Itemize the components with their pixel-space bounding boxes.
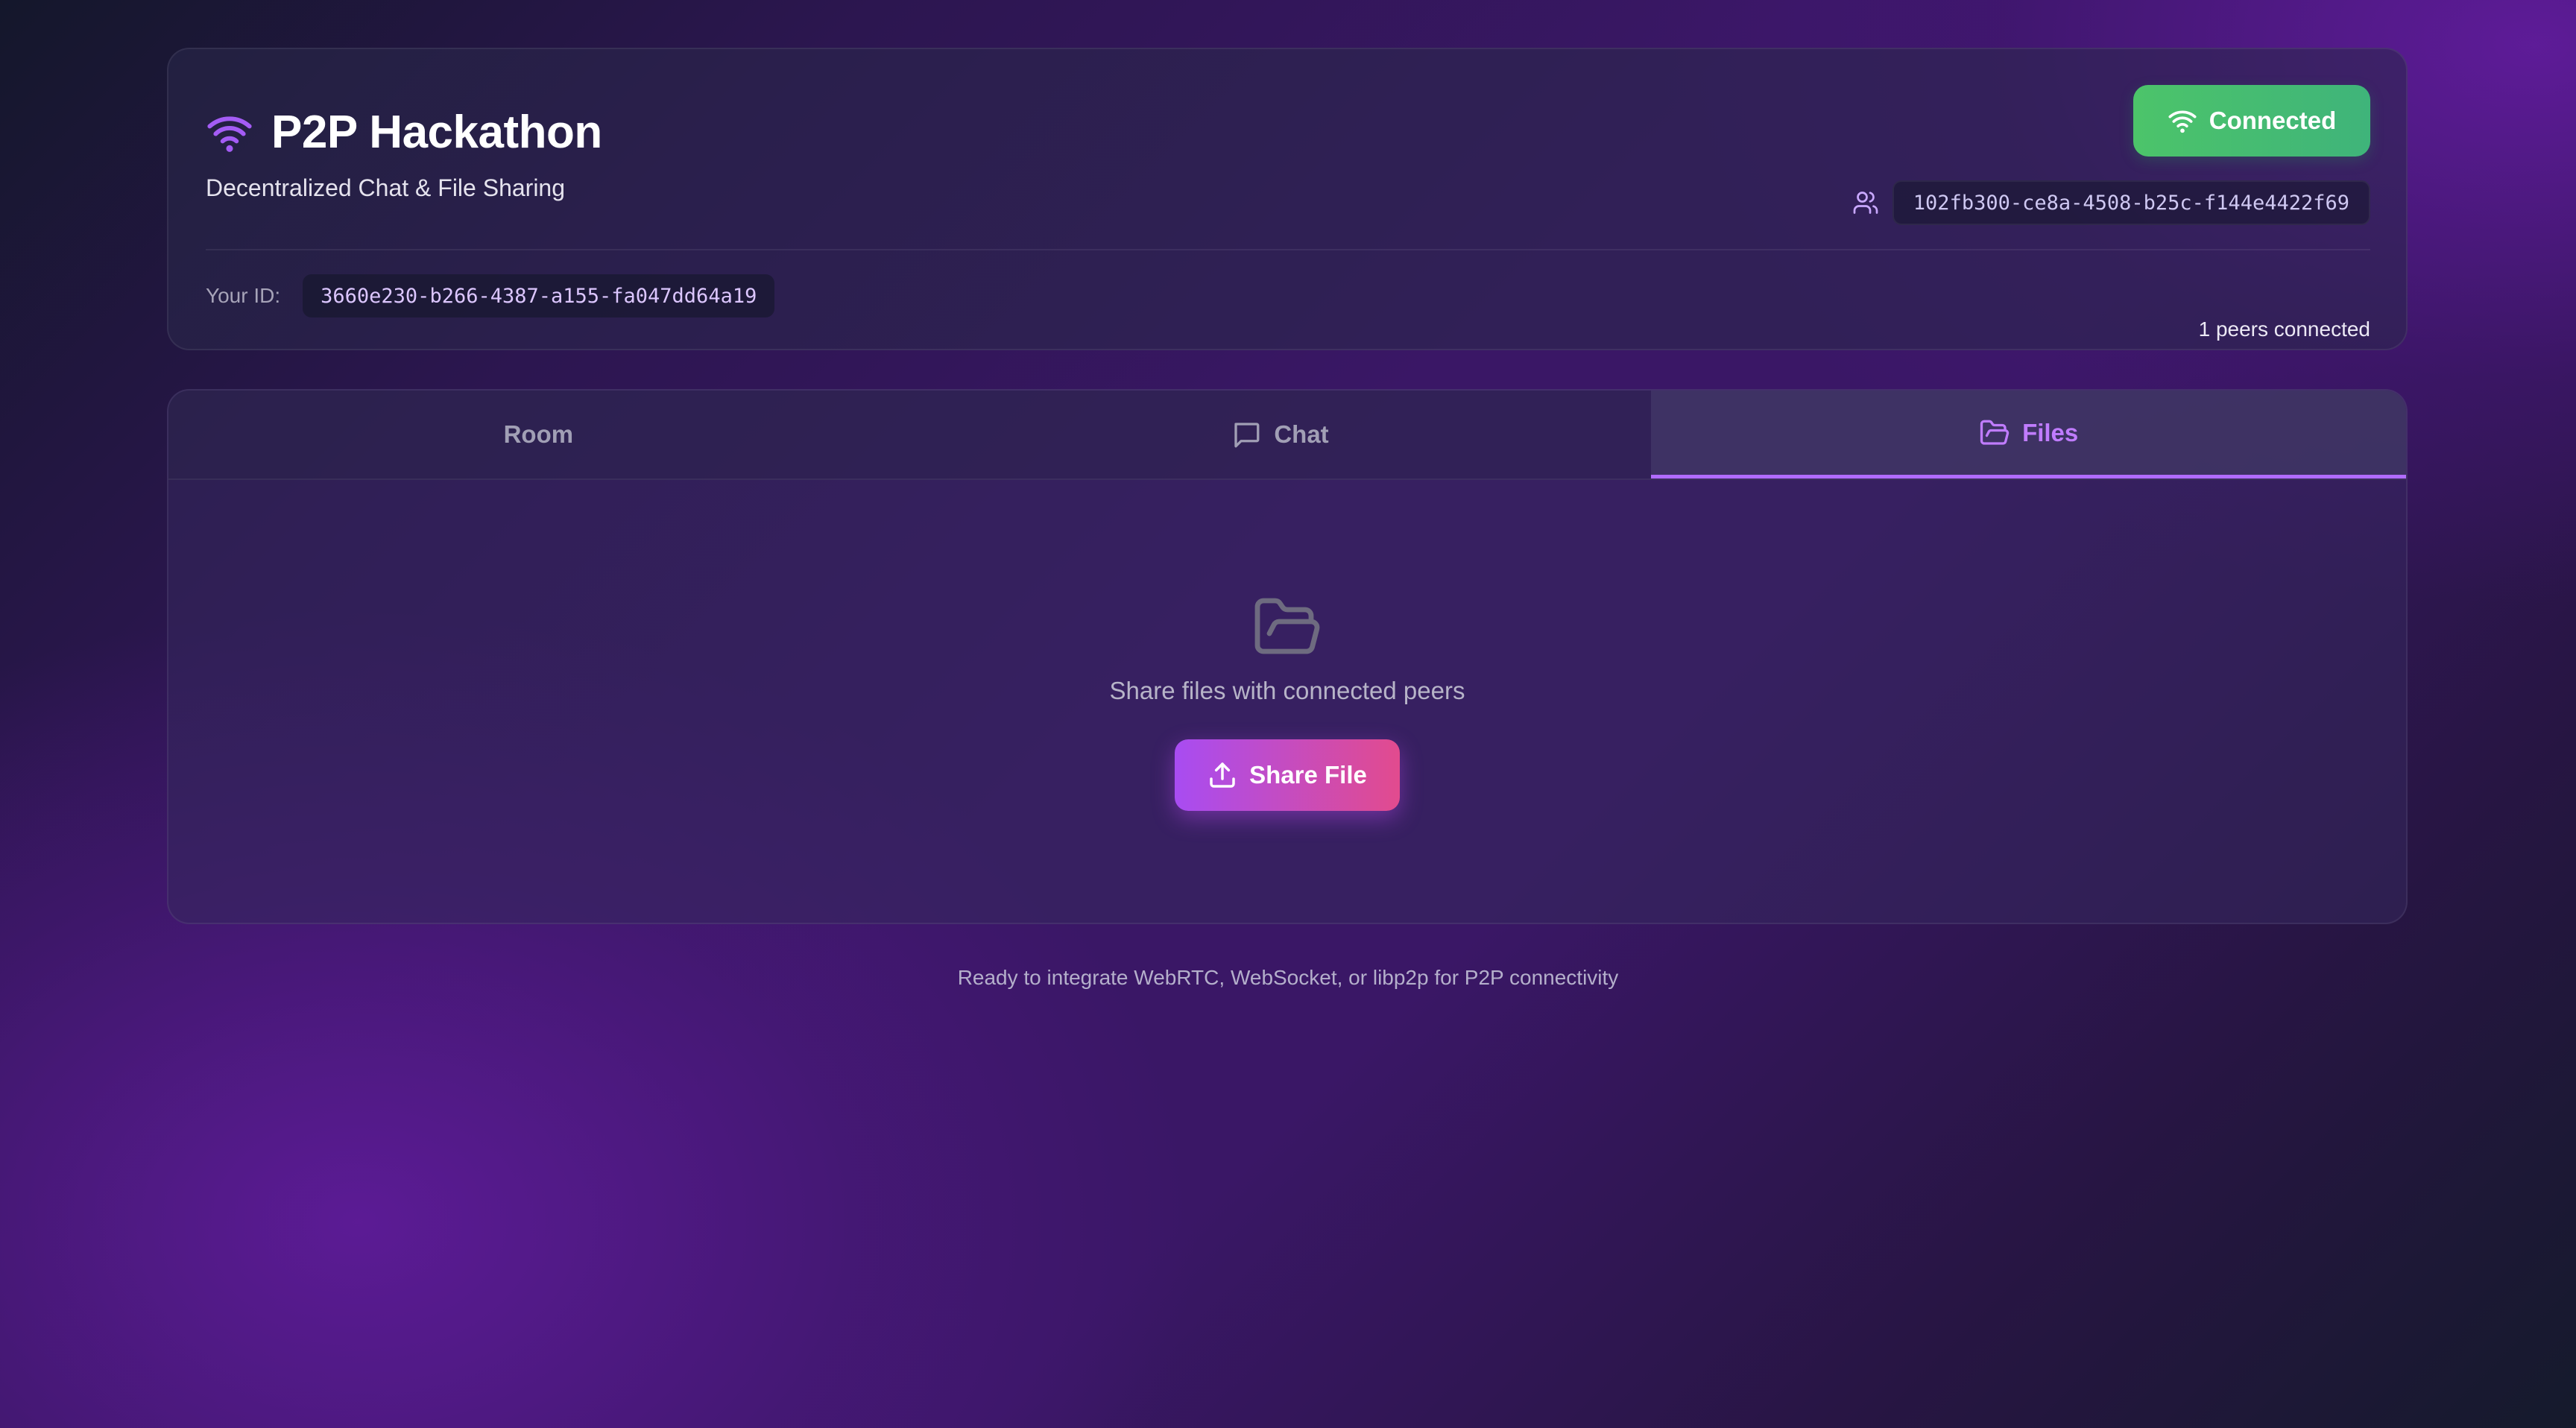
folder-open-icon <box>1251 592 1323 663</box>
header-card: P2P Hackathon Decentralized Chat & File … <box>167 48 2408 350</box>
tab-bar: Room Chat Files <box>168 391 2406 480</box>
chat-bubble-icon <box>1231 419 1262 450</box>
tab-files[interactable]: Files <box>1651 391 2406 478</box>
connected-peer: 102fb300-ce8a-4508-b25c-f144e4422f69 <box>1852 180 2370 225</box>
tab-chat-label: Chat <box>1274 420 1329 448</box>
tab-room[interactable]: Room <box>168 391 909 478</box>
peer-id-chip[interactable]: 102fb300-ce8a-4508-b25c-f144e4422f69 <box>1892 180 2370 225</box>
folder-open-icon <box>1979 417 2010 449</box>
connection-status-label: Connected <box>2209 107 2337 134</box>
files-empty-state: Share files with connected peers Share F… <box>168 592 2406 811</box>
peers-count: 1 peers connected <box>2198 317 2370 341</box>
share-file-button[interactable]: Share File <box>1175 739 1400 811</box>
upload-icon <box>1208 760 1237 790</box>
main-card: Room Chat Files Share files with connect… <box>167 389 2408 924</box>
app-title: P2P Hackathon <box>271 107 602 158</box>
tab-room-label: Room <box>503 420 574 448</box>
users-icon <box>1852 189 1879 216</box>
brand: P2P Hackathon <box>206 106 602 159</box>
app-subtitle: Decentralized Chat & File Sharing <box>206 174 566 201</box>
your-id-row: Your ID: 3660e230-b266-4387-a155-fa047dd… <box>206 274 775 317</box>
wifi-icon <box>2168 106 2197 136</box>
tab-files-label: Files <box>2022 418 2079 446</box>
wifi-icon <box>206 109 253 157</box>
your-id-label: Your ID: <box>206 284 281 307</box>
footer-note: Ready to integrate WebRTC, WebSocket, or… <box>957 966 1619 989</box>
connection-status-button[interactable]: Connected <box>2133 85 2370 157</box>
empty-state-text: Share files with connected peers <box>1109 677 1465 704</box>
divider <box>206 249 2370 250</box>
share-file-label: Share File <box>1249 761 1367 789</box>
tab-chat[interactable]: Chat <box>909 391 1652 478</box>
your-id-chip[interactable]: 3660e230-b266-4387-a155-fa047dd64a19 <box>303 274 775 317</box>
